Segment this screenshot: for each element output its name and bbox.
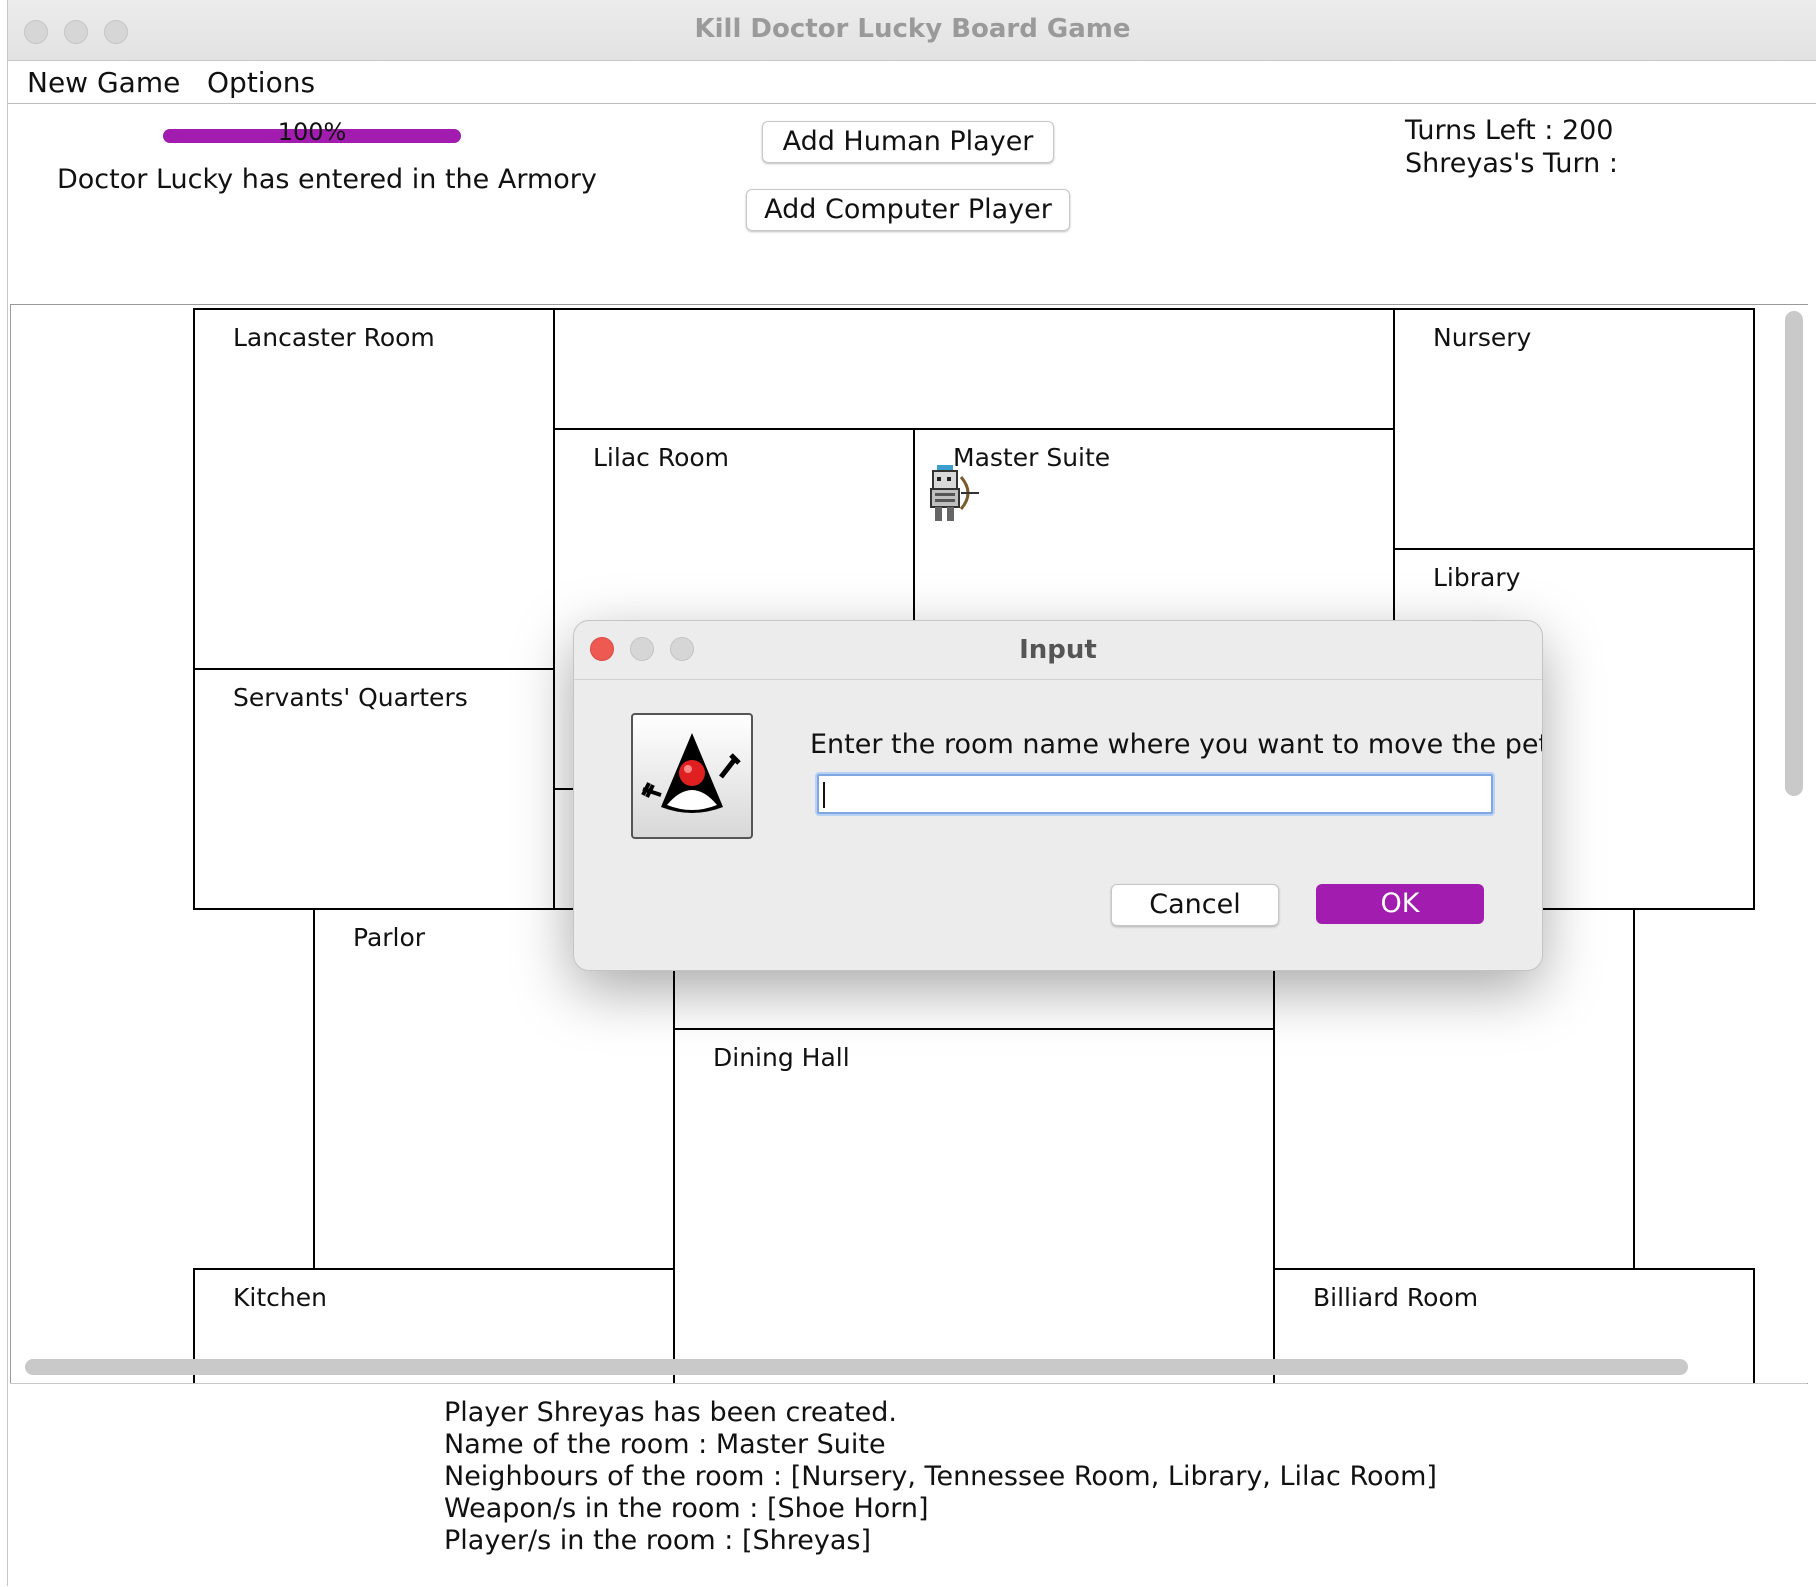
room-upper-hall[interactable] — [553, 308, 1395, 430]
room-lancaster[interactable] — [193, 308, 555, 670]
progress-label: 100% — [277, 118, 347, 146]
room-label-kitchen: Kitchen — [233, 1283, 327, 1312]
menu-bar: New Game Options — [8, 61, 1816, 105]
log-line: Player Shreyas has been created. — [444, 1397, 897, 1428]
menu-options[interactable]: Options — [207, 66, 315, 99]
room-label-lilac: Lilac Room — [593, 443, 730, 472]
turns-left: Turns Left : 200 — [1405, 115, 1614, 146]
input-dialog: Input Enter the room name where you want… — [573, 620, 1543, 971]
cancel-button[interactable]: Cancel — [1111, 884, 1279, 926]
add-computer-player-button[interactable]: Add Computer Player — [746, 189, 1070, 231]
title-bar: Kill Doctor Lucky Board Game — [8, 0, 1816, 61]
window-title: Kill Doctor Lucky Board Game — [694, 14, 1131, 44]
status-message: Doctor Lucky has entered in the Armory — [57, 164, 597, 195]
dialog-divider — [574, 679, 1542, 680]
vertical-scrollbar[interactable] — [1785, 311, 1803, 796]
current-turn: Shreyas's Turn : — [1405, 148, 1618, 179]
room-label-parlor: Parlor — [353, 923, 426, 952]
log-line: Name of the room : Master Suite — [444, 1429, 886, 1460]
room-name-input[interactable] — [817, 774, 1493, 814]
room-label-lancaster: Lancaster Room — [233, 323, 435, 352]
log-panel: Player Shreyas has been created. Name of… — [10, 1383, 1807, 1587]
top-panel: 100% Doctor Lucky has entered in the Arm… — [8, 104, 1816, 304]
menu-new-game[interactable]: New Game — [27, 66, 180, 99]
room-label-billiard: Billiard Room — [1313, 1283, 1479, 1312]
room-dining-hall[interactable] — [673, 1028, 1275, 1383]
horizontal-scrollbar[interactable] — [25, 1359, 1688, 1375]
archer-pet-icon[interactable] — [923, 463, 981, 523]
log-line: Neighbours of the room : [Nursery, Tenne… — [444, 1461, 1437, 1492]
add-human-player-button[interactable]: Add Human Player — [762, 121, 1054, 163]
room-label-nursery: Nursery — [1433, 323, 1532, 352]
room-label-servants: Servants' Quarters — [233, 683, 468, 712]
ok-button[interactable]: OK — [1316, 884, 1484, 924]
dialog-prompt: Enter the room name where you want to mo… — [810, 729, 1543, 760]
turn-info: Turns Left : 200 Shreyas's Turn : — [1405, 114, 1618, 180]
room-label-dining: Dining Hall — [713, 1043, 850, 1072]
java-duke-icon — [631, 713, 753, 839]
text-caret — [823, 782, 825, 808]
log-line: Player/s in the room : [Shreyas] — [444, 1525, 871, 1556]
room-label-library: Library — [1433, 563, 1521, 592]
main-window: Kill Doctor Lucky Board Game New Game Op… — [7, 0, 1816, 1587]
log-line: Weapon/s in the room : [Shoe Horn] — [444, 1493, 929, 1524]
dialog-title: Input — [1019, 635, 1097, 665]
